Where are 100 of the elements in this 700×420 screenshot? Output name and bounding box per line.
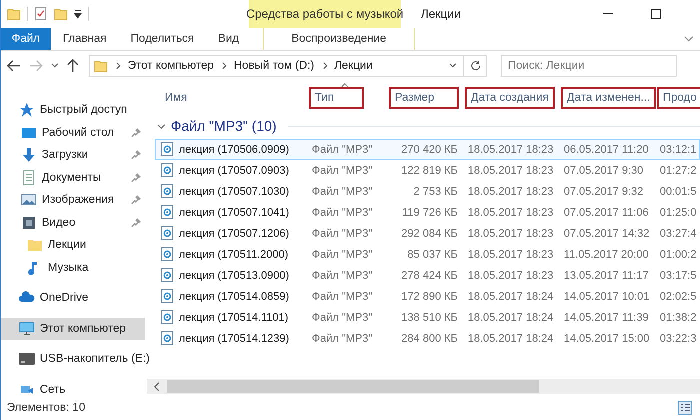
download-arrow-icon	[21, 147, 37, 164]
dropdown-icon[interactable]	[74, 9, 82, 19]
size-cell: 270 420 КБ	[402, 144, 458, 156]
ribbon-tab[interactable]: Файл	[1, 28, 51, 50]
column-header[interactable]: Имя	[157, 87, 194, 109]
file-name-cell: лекция (170506.0909)	[179, 144, 290, 156]
file-name-cell: лекция (170507.0903)	[179, 164, 290, 176]
duration-cell: 01:38:2	[660, 312, 697, 324]
column-header[interactable]: Продо	[657, 87, 700, 109]
pin-icon[interactable]	[131, 172, 141, 183]
type-cell: Файл "MP3"	[312, 206, 373, 218]
file-row[interactable]: лекция (170514.0859) Файл "MP3" 172 890 КБ 18.05.2017 18:24 14.05.2017 10:01 02:02:5	[155, 286, 700, 307]
ribbon-tab[interactable]: Воспроизведение	[263, 28, 416, 50]
folder-icon	[94, 59, 108, 73]
scroll-left-icon[interactable]	[153, 382, 161, 392]
audio-file-icon	[161, 184, 174, 199]
column-header[interactable]: Дата изменен...	[561, 87, 656, 109]
folder-icon	[27, 237, 43, 254]
created-cell: 18.05.2017 18:23	[468, 228, 554, 240]
ribbon-tab[interactable]: Поделиться	[118, 28, 206, 50]
file-row[interactable]: лекция (170507.1206) Файл "MP3" 292 084 КБ 18.05.2017 18:23 07.05.2017 14:32 03:27:4	[155, 223, 700, 244]
created-cell: 18.05.2017 18:24	[468, 290, 554, 302]
file-name-cell: лекция (170514.1101)	[179, 312, 289, 324]
sidebar-item[interactable]: OneDrive	[1, 287, 147, 310]
up-arrow-icon[interactable]	[67, 59, 79, 73]
sidebar-item[interactable]: Рабочий стол	[1, 122, 147, 144]
horizontal-scrollbar[interactable]	[147, 379, 700, 394]
column-header[interactable]: Дата создания	[465, 87, 555, 109]
computer-icon	[19, 320, 35, 337]
modified-cell: 11.05.2017 20:00	[564, 248, 649, 260]
sidebar-item[interactable]: Загрузки	[1, 144, 147, 166]
maximize-icon[interactable]	[650, 8, 662, 20]
audio-file-icon	[161, 247, 174, 262]
refresh-icon[interactable]	[470, 60, 482, 72]
audio-file-icon	[161, 268, 174, 283]
size-cell: 284 800 КБ	[402, 332, 458, 344]
sidebar-item[interactable]: Сеть	[1, 378, 147, 401]
breadcrumb[interactable]: Новый том (D:)	[234, 60, 314, 72]
audio-file-icon	[161, 142, 174, 157]
breadcrumb[interactable]: Лекции	[334, 60, 373, 72]
back-arrow-icon[interactable]	[7, 60, 21, 72]
chevron-icon[interactable]	[322, 62, 328, 70]
ribbon-tab[interactable]: Главная	[51, 28, 119, 50]
created-cell: 18.05.2017 18:23	[468, 206, 554, 218]
sidebar-item[interactable]: Видео	[1, 212, 147, 234]
file-row[interactable]: лекция (170507.1030) Файл "MP3" 2 753 КБ 18.05.2017 18:23 07.05.2017 9:32 00:01:5	[155, 181, 700, 202]
modified-cell: 14.05.2017 10:01	[564, 290, 650, 302]
file-row[interactable]: лекция (170507.0903) Файл "MP3" 122 819 КБ 18.05.2017 18:23 07.05.2017 9:30 01:27:2	[155, 160, 700, 181]
item-count: Элементов: 10	[7, 402, 86, 414]
file-row[interactable]: лекция (170507.1041) Файл "MP3" 119 726 КБ 18.05.2017 18:23 07.05.2017 11:06 01:25:0	[155, 202, 700, 223]
chevron-down-icon[interactable]	[157, 122, 166, 130]
pin-icon[interactable]	[131, 218, 141, 228]
recent-dropdown-icon[interactable]	[51, 63, 59, 69]
modified-cell: 06.05.2017 11:20	[564, 144, 649, 156]
file-row[interactable]: лекция (170506.0909) Файл "MP3" 270 420 КБ 18.05.2017 18:23 06.05.2017 11:20 03:12:1	[155, 139, 700, 160]
created-cell: 18.05.2017 18:23	[468, 144, 554, 156]
sidebar-item[interactable]: Документы	[1, 166, 147, 189]
type-cell: Файл "MP3"	[312, 290, 373, 302]
column-header[interactable]: Тип	[309, 87, 364, 109]
details-view-icon[interactable]	[678, 401, 692, 415]
dropdown-icon[interactable]	[449, 63, 457, 69]
expand-ribbon-icon[interactable]	[684, 35, 694, 43]
duration-cell: 03:22:3	[660, 332, 697, 344]
sidebar-item[interactable]: USB-накопитель (E:)	[1, 348, 147, 370]
sidebar-item[interactable]: Этот компьютер	[1, 318, 145, 340]
file-row[interactable]: лекция (170514.1101) Файл "MP3" 138 510 КБ 18.05.2017 18:24 14.05.2017 11:39 01:38:2	[155, 307, 700, 328]
sidebar-item[interactable]: Музыка	[1, 256, 147, 279]
file-row[interactable]: лекция (170511.2000) Файл "MP3" 85 037 КБ 18.05.2017 18:23 11.05.2017 20:00 01:00:2	[155, 244, 700, 265]
modified-cell: 07.05.2017 9:30	[564, 164, 644, 176]
duration-cell: 03:12:1	[660, 144, 697, 156]
duration-cell: 01:27:2	[660, 164, 697, 176]
breadcrumb[interactable]: Этот компьютер	[128, 60, 214, 72]
pin-icon[interactable]	[131, 128, 141, 138]
pin-icon[interactable]	[131, 150, 141, 160]
column-header[interactable]: Размер	[389, 87, 459, 109]
modified-cell: 14.05.2017 11:39	[564, 312, 649, 324]
type-cell: Файл "MP3"	[312, 270, 373, 282]
ribbon-tab[interactable]: Вид	[206, 28, 252, 50]
context-tab-header: Средства работы с музыкой	[249, 0, 401, 28]
chevron-icon[interactable]	[222, 62, 228, 70]
type-cell: Файл "MP3"	[312, 332, 373, 344]
scrollbar-thumb[interactable]	[167, 380, 539, 393]
pin-icon[interactable]	[131, 195, 141, 206]
modified-cell: 14.05.2017 15:00	[564, 332, 650, 344]
file-name-cell: лекция (170507.1041)	[179, 206, 290, 218]
chevron-icon[interactable]	[116, 62, 122, 70]
sidebar-item[interactable]: Изображения	[1, 189, 147, 212]
modified-cell: 07.05.2017 9:32	[564, 186, 644, 198]
type-cell: Файл "MP3"	[312, 144, 373, 156]
search-field[interactable]: Поиск: Лекции	[501, 55, 677, 77]
file-row[interactable]: лекция (170513.0900) Файл "MP3" 278 424 КБ 18.05.2017 18:23 13.05.2017 11:17 03:17:5	[155, 265, 700, 286]
file-row[interactable]: лекция (170514.1239) Файл "MP3" 284 800 КБ 18.05.2017 18:24 14.05.2017 15:00 03:22:3	[155, 328, 700, 349]
size-cell: 119 726 КБ	[402, 206, 458, 218]
modified-cell: 13.05.2017 11:17	[564, 270, 649, 282]
sidebar-item[interactable]: Лекции	[1, 234, 147, 256]
address-bar[interactable]: Этот компьютер Новый том (D:) Лекции	[89, 55, 487, 77]
properties-icon[interactable]	[34, 7, 48, 21]
document-icon	[21, 170, 37, 186]
file-name-cell: лекция (170514.1239)	[179, 332, 290, 344]
sidebar-item[interactable]: Быстрый доступ	[1, 99, 147, 122]
